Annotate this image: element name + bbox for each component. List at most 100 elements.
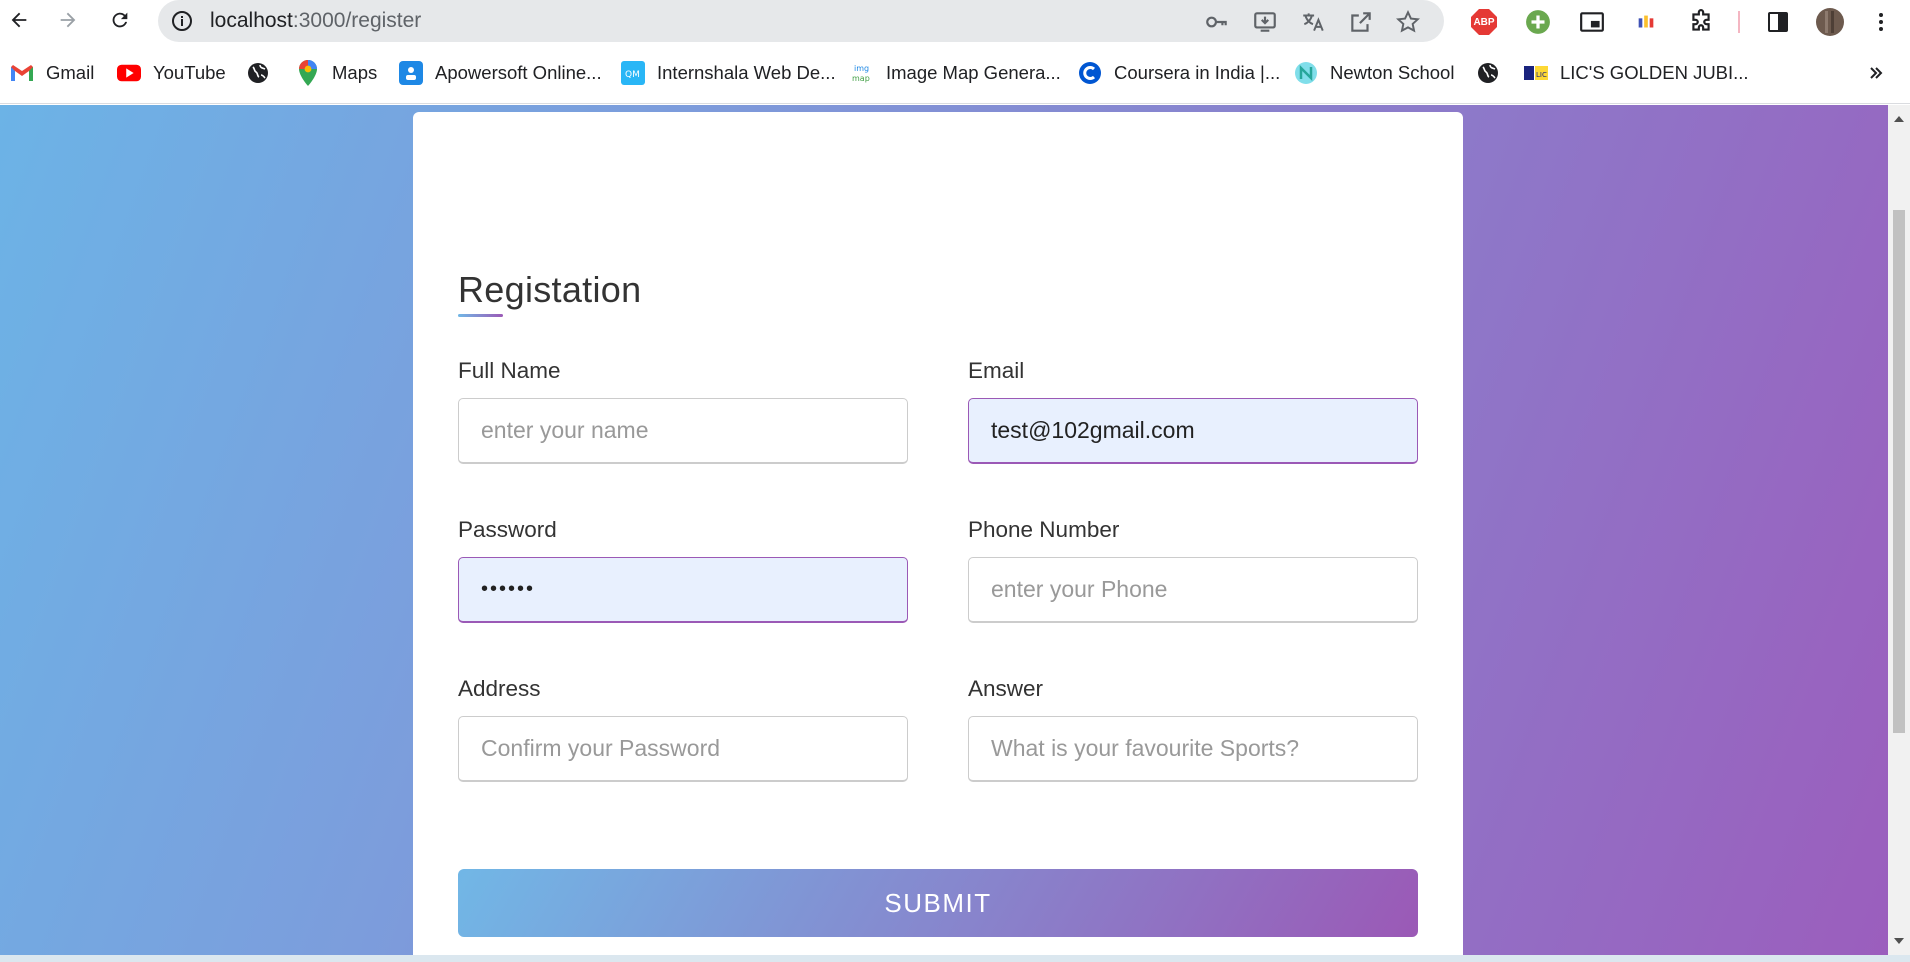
star-icon xyxy=(1396,9,1420,33)
back-button[interactable] xyxy=(3,4,35,36)
url-host: localhost xyxy=(210,9,293,32)
bookmark-label: Maps xyxy=(332,62,378,83)
coursera-icon xyxy=(1078,61,1102,85)
scroll-thumb[interactable] xyxy=(1893,210,1905,733)
answer-placeholder: What is your favourite Sports? xyxy=(991,735,1300,761)
bookmark-gmail[interactable]: Gmail xyxy=(10,58,94,88)
registration-card: Registation Full Name enter your name Em… xyxy=(413,112,1463,955)
bookmark-maps[interactable]: Maps xyxy=(296,58,377,88)
bookmark-label: Apowersoft Online... xyxy=(435,62,602,83)
green-plus-extension[interactable] xyxy=(1523,7,1553,37)
bookmark-label: Coursera in India |... xyxy=(1114,62,1281,83)
phone-input[interactable]: enter your Phone xyxy=(968,557,1418,623)
reload-icon xyxy=(112,12,128,28)
puzzle-icon xyxy=(1692,9,1710,31)
address-label: Address xyxy=(458,676,541,701)
page-scrollbar[interactable] xyxy=(1888,105,1910,955)
reload-button[interactable] xyxy=(104,4,136,36)
abp-label: ABP xyxy=(1473,16,1495,28)
kebab-menu-icon xyxy=(1879,13,1883,31)
forward-button[interactable] xyxy=(52,4,84,36)
scroll-down-arrow-icon[interactable] xyxy=(1893,935,1905,947)
internshala-icon: QM xyxy=(621,61,645,85)
gmail-icon xyxy=(10,61,34,85)
globe-icon[interactable] xyxy=(1476,61,1500,85)
key-icon xyxy=(1206,16,1227,28)
bookmark-label: LIC'S GOLDEN JUBI... xyxy=(1560,62,1749,83)
password-input[interactable]: •••••• xyxy=(458,557,908,623)
side-panel-icon xyxy=(1768,12,1788,32)
install-app-button[interactable] xyxy=(1251,8,1279,36)
bookmark-label: YouTube xyxy=(153,62,226,83)
browser-menu-button[interactable] xyxy=(1866,7,1896,37)
back-arrow-icon xyxy=(11,12,27,28)
scroll-up-arrow-icon[interactable] xyxy=(1893,113,1905,125)
address-bar[interactable]: localhost:3000/register xyxy=(158,0,1444,42)
email-input[interactable]: test@102gmail.com xyxy=(968,398,1418,464)
browser-toolbar: localhost:3000/register ABP xyxy=(0,0,1910,42)
url-path: :3000/register xyxy=(292,9,422,32)
bookmark-label: Newton School xyxy=(1330,62,1455,83)
bookmark-youtube[interactable]: YouTube xyxy=(117,58,226,88)
page-background: Registation Full Name enter your name Em… xyxy=(0,105,1888,955)
pip-icon xyxy=(1580,12,1604,32)
bookmark-lic[interactable]: LIC LIC'S GOLDEN JUBI... xyxy=(1524,58,1749,88)
bookmark-internshala[interactable]: QM Internshala Web De... xyxy=(621,58,836,88)
full-name-label: Full Name xyxy=(458,358,561,383)
full-name-input[interactable]: enter your name xyxy=(458,398,908,464)
site-info-icon[interactable] xyxy=(170,9,194,33)
side-panel-button[interactable] xyxy=(1763,7,1793,37)
bookmark-star-button[interactable] xyxy=(1394,8,1422,36)
taskbar-edge xyxy=(0,955,1910,962)
email-value: test@102gmail.com xyxy=(991,417,1195,443)
submit-button[interactable]: SUBMIT xyxy=(458,869,1418,937)
full-name-placeholder: enter your name xyxy=(481,417,649,443)
apowersoft-icon xyxy=(399,61,423,85)
youtube-icon xyxy=(117,61,141,85)
picture-in-picture-extension[interactable] xyxy=(1577,7,1607,37)
bookmark-apowersoft[interactable]: Apowersoft Online... xyxy=(399,58,602,88)
bookmarks-overflow-button[interactable] xyxy=(1864,59,1888,87)
url-text: localhost:3000/register xyxy=(210,9,421,33)
svg-text:QM: QM xyxy=(625,70,640,80)
address-input[interactable]: Confirm your Password xyxy=(458,716,908,782)
page-title: Registation xyxy=(458,269,642,310)
phone-placeholder: enter your Phone xyxy=(991,576,1168,602)
password-label: Password xyxy=(458,517,557,542)
install-icon xyxy=(1254,12,1276,32)
share-button[interactable] xyxy=(1347,8,1375,36)
imgmap-icon: img map xyxy=(850,61,874,85)
email-label: Email xyxy=(968,358,1025,383)
password-value: •••••• xyxy=(481,578,536,600)
bookmark-image-map[interactable]: img map Image Map Genera... xyxy=(850,58,1061,88)
double-chevron-icon xyxy=(1870,67,1883,79)
globe-icon[interactable] xyxy=(246,61,270,85)
color-bars-extension[interactable] xyxy=(1631,7,1661,37)
profile-avatar-button[interactable] xyxy=(1815,7,1845,37)
extensions-menu-button[interactable] xyxy=(1686,7,1716,37)
title-underline xyxy=(458,314,503,317)
password-key-button[interactable] xyxy=(1203,8,1231,36)
toolbar-divider xyxy=(1738,11,1740,33)
bookmark-coursera[interactable]: Coursera in India |... xyxy=(1078,58,1280,88)
newton-icon xyxy=(1294,61,1318,85)
lic-icon: LIC xyxy=(1524,61,1548,85)
bookmark-label: Gmail xyxy=(46,62,95,83)
address-placeholder: Confirm your Password xyxy=(481,735,721,761)
avatar xyxy=(1816,8,1844,36)
bookmark-label: Internshala Web De... xyxy=(657,62,836,83)
translate-button[interactable] xyxy=(1299,8,1327,36)
svg-text:LIC: LIC xyxy=(1536,71,1547,79)
answer-label: Answer xyxy=(968,676,1044,701)
forward-arrow-icon xyxy=(60,12,76,28)
share-icon xyxy=(1351,12,1371,32)
bookmark-newton-school[interactable]: Newton School xyxy=(1294,58,1454,88)
maps-icon xyxy=(296,60,320,86)
bookmarks-bar: Gmail YouTube Maps Apowersoft Online... … xyxy=(0,42,1910,104)
adblock-extension[interactable]: ABP xyxy=(1469,7,1499,37)
color-bars-icon xyxy=(1638,15,1654,28)
translate-icon xyxy=(1303,13,1324,32)
answer-input[interactable]: What is your favourite Sports? xyxy=(968,716,1418,782)
phone-label: Phone Number xyxy=(968,517,1120,542)
svg-text:map: map xyxy=(852,74,870,83)
